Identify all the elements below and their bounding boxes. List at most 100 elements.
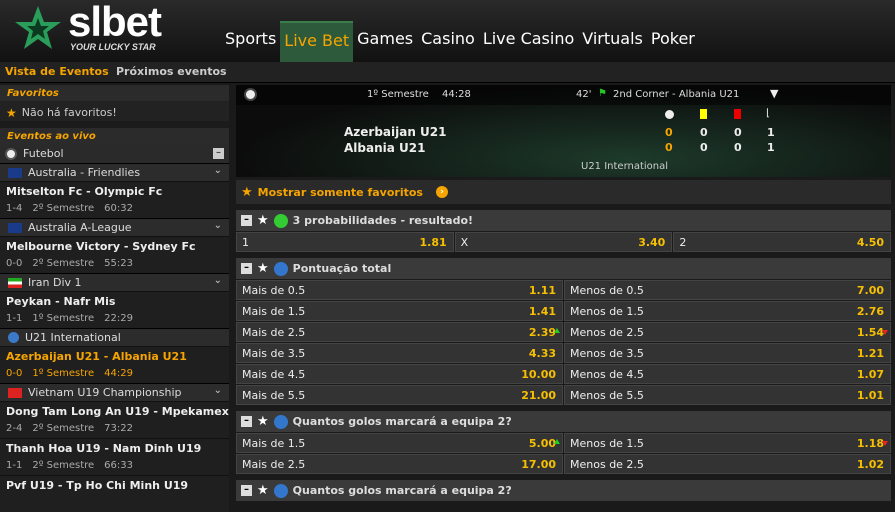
odd-value: 4.50	[856, 235, 884, 249]
star-icon: ★	[6, 105, 17, 120]
odd-value: 21.00	[521, 388, 556, 402]
league-label: Australia - Friendlies	[28, 166, 141, 179]
match-teams: Peykan - Nafr Mis	[6, 295, 116, 308]
odd-button[interactable]: Mais de 1.5 5.00	[236, 433, 563, 453]
match-time: 22:29	[104, 313, 133, 324]
star-icon[interactable]: ★	[257, 213, 269, 228]
show-favorites-toggle[interactable]: ★ Mostrar somente favoritos ›	[236, 180, 891, 204]
main-nav: Sports Live Bet Games Casino Live Casino…	[221, 21, 699, 62]
collapse-icon[interactable]: –	[241, 416, 252, 427]
collapse-icon[interactable]: –	[241, 485, 252, 496]
nav-live-casino[interactable]: Live Casino	[479, 21, 578, 62]
nav-games[interactable]: Games	[353, 21, 417, 62]
sport-label: Futebol	[23, 147, 64, 160]
tab-events-view[interactable]: Vista de Eventos	[5, 65, 109, 78]
star-icon[interactable]: ★	[257, 483, 269, 498]
nav-virtuals[interactable]: Virtuals	[578, 21, 647, 62]
live-green-icon	[273, 213, 288, 228]
odd-button[interactable]: Mais de 1.5 1.41	[236, 301, 563, 321]
sb-event: 2nd Corner - Albania U21	[613, 89, 740, 100]
star-icon[interactable]: ★	[257, 414, 269, 429]
match-item[interactable]: Dong Tam Long An U19 - Mpekamex I 2-4 2º S…	[0, 401, 229, 438]
match-teams: Mitselton Fc - Olympic Fc	[6, 185, 163, 198]
match-time: 60:32	[104, 203, 133, 214]
odd-button[interactable]: Menos de 1.5 1.18	[564, 433, 891, 453]
match-time: 66:33	[104, 460, 133, 471]
nav-casino[interactable]: Casino	[417, 21, 479, 62]
odd-button[interactable]: 1 1.81	[236, 232, 454, 252]
odd-button[interactable]: Mais de 4.5 10.00	[236, 364, 563, 384]
league-row[interactable]: Iran Div 1 ⌄	[0, 273, 229, 291]
odd-label: Mais de 3.5	[242, 346, 306, 360]
match-teams: Dong Tam Long An U19 - Mpekamex I	[6, 405, 229, 418]
match-item[interactable]: Melbourne Victory - Sydney Fc 0-0 2º Semes…	[0, 236, 229, 273]
odd-button[interactable]: Menos de 5.5 1.01	[564, 385, 891, 405]
odd-button[interactable]: Mais de 0.5 1.11	[236, 280, 563, 300]
match-item-selected[interactable]: Azerbaijan U21 - Albania U21 0-0 1º Semest…	[0, 346, 229, 383]
market-title: Quantos golos marcará a equipa 2?	[292, 415, 512, 428]
star-icon[interactable]: ★	[257, 261, 269, 276]
odd-value: 1.01	[856, 388, 884, 402]
odd-label: Menos de 2.5	[570, 457, 644, 471]
chevron-down-icon[interactable]: ⌄	[214, 220, 222, 231]
odd-label: Mais de 5.5	[242, 388, 306, 402]
league-row[interactable]: Australia - Friendlies ⌄	[0, 163, 229, 181]
chevron-down-icon[interactable]: ⌄	[214, 165, 222, 176]
chevron-down-icon[interactable]: ⌄	[214, 385, 222, 396]
tab-next-events[interactable]: Próximos eventos	[116, 65, 227, 78]
arrow-right-icon[interactable]: ›	[435, 186, 448, 198]
collapse-icon[interactable]: –	[241, 215, 252, 226]
odd-button[interactable]: Mais de 5.5 21.00	[236, 385, 563, 405]
market-title: 3 probabilidades - resultado!	[292, 214, 474, 227]
sb-team1: Azerbaijan U21	[344, 125, 447, 139]
odd-button[interactable]: Menos de 2.5 1.54	[564, 322, 891, 342]
sb-t2-goals: 0	[665, 141, 673, 154]
odd-value: 1.54	[856, 325, 884, 339]
chevron-down-icon[interactable]: ⌄	[214, 275, 222, 286]
match-teams: Pvf U19 - Tp Ho Chi Minh U19	[6, 479, 189, 492]
league-row[interactable]: U21 International	[0, 328, 229, 346]
logo[interactable]: slbet YOUR LUCKY STAR	[14, 0, 214, 56]
match-time: 55:23	[104, 258, 133, 269]
collapse-icon[interactable]: –	[213, 148, 224, 159]
odd-button[interactable]: Menos de 4.5 1.07	[564, 364, 891, 384]
odd-down-icon	[882, 330, 888, 335]
live-blue-icon	[273, 261, 288, 276]
sport-football[interactable]: Futebol –	[0, 144, 229, 163]
match-item[interactable]: Thanh Hoa U19 - Nam Dinh U19 1-1 2º Semest…	[0, 438, 229, 475]
logo-tagline: YOUR LUCKY STAR	[70, 42, 156, 52]
league-row[interactable]: Vietnam U19 Championship ⌄	[0, 383, 229, 401]
star-icon: ★	[241, 184, 253, 200]
match-time: 73:22	[104, 423, 133, 434]
odd-button[interactable]: Menos de 1.5 2.76	[564, 301, 891, 321]
match-item[interactable]: Peykan - Nafr Mis 1-1 1º Semestre 22:29	[0, 291, 229, 328]
sb-period: 1º Semestre	[367, 89, 429, 100]
match-item[interactable]: Pvf U19 - Tp Ho Chi Minh U19	[0, 475, 229, 512]
nav-poker[interactable]: Poker	[647, 21, 699, 62]
league-label: Vietnam U19 Championship	[28, 386, 182, 399]
league-row[interactable]: Australia A-League ⌄	[0, 218, 229, 236]
odd-button[interactable]: 2 4.50	[673, 232, 891, 252]
odd-button[interactable]: Mais de 2.5 17.00	[236, 454, 563, 474]
odd-button[interactable]: Menos de 2.5 1.02	[564, 454, 891, 474]
collapse-icon[interactable]: –	[241, 263, 252, 274]
odd-button[interactable]: Menos de 0.5 7.00	[564, 280, 891, 300]
football-icon	[5, 147, 17, 160]
odd-button[interactable]: Mais de 2.5 2.39	[236, 322, 563, 342]
match-item[interactable]: Mitselton Fc - Olympic Fc 1-4 2º Semestre 6…	[0, 181, 229, 218]
globe-icon	[8, 332, 19, 343]
sb-t2-red: 0	[734, 141, 742, 154]
odd-button[interactable]: X 3.40	[454, 232, 673, 252]
odd-button[interactable]: Mais de 3.5 4.33	[236, 343, 563, 363]
dropdown-icon[interactable]: ▼	[770, 87, 778, 100]
odd-button[interactable]: Menos de 3.5 1.21	[564, 343, 891, 363]
nav-live-bet[interactable]: Live Bet	[280, 21, 354, 62]
vietnam-flag-icon	[8, 387, 22, 398]
odd-label: Mais de 2.5	[242, 325, 306, 339]
odd-value: 1.11	[528, 283, 556, 297]
sb-t1-corners: 1	[767, 126, 775, 139]
nav-sports[interactable]: Sports	[221, 21, 280, 62]
match-period: 2º Semestre	[32, 203, 95, 214]
match-period: 2º Semestre	[32, 258, 95, 269]
odd-label: Menos de 5.5	[570, 388, 644, 402]
